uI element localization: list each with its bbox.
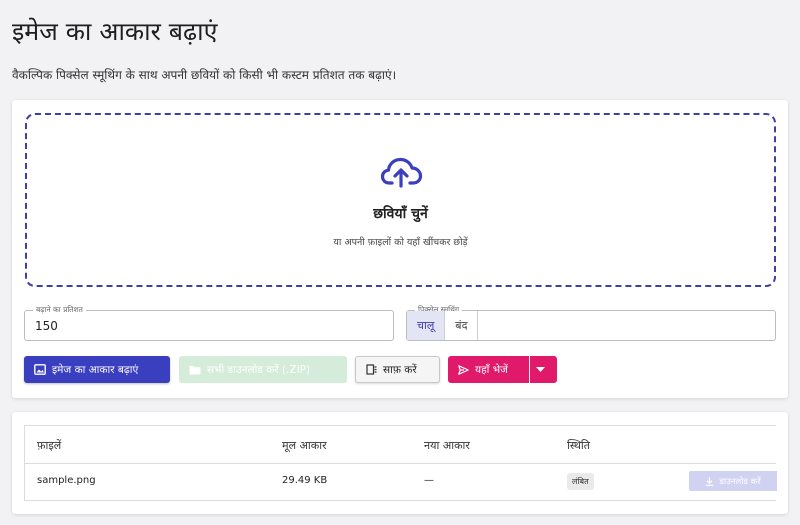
file-dropzone[interactable]: छवियाँ चुनें या अपनी फ़ाइलों को यहाँ खीं… [25, 113, 776, 287]
clear-button[interactable]: साफ़ करें [355, 356, 440, 383]
new-size-cell: — [424, 475, 434, 486]
file-name-cell: sample.png [37, 475, 96, 486]
dropzone-title: छवियाँ चुनें [373, 206, 428, 222]
send-button-label: यहाँ भेजें [475, 363, 508, 376]
status-badge: लंबित [567, 473, 594, 490]
cloud-upload-icon [381, 157, 423, 188]
folder-icon [189, 365, 201, 374]
send-button[interactable]: यहाँ भेजें [448, 356, 529, 383]
smoothing-on-option[interactable]: चालू [407, 311, 446, 340]
page-title: इमेज का आकार बढ़ाएं [12, 17, 218, 46]
send-menu-button[interactable] [530, 356, 557, 383]
files-card: फ़ाइलें मूल आकार नया आकार स्थिति sample.… [12, 412, 788, 514]
clear-button-label: साफ़ करें [383, 363, 417, 376]
table-divider [25, 463, 776, 464]
percent-label: बढ़ाने का प्रतिशत [33, 305, 86, 315]
smoothing-field: पिक्सेल स्मूथिंग चालू बंद [406, 305, 776, 341]
enlarge-button-label: इमेज का आकार बढ़ाएं [52, 363, 139, 376]
download-all-button[interactable]: सभी डाउनलोड करें (.ZIP) [179, 356, 347, 383]
files-table: फ़ाइलें मूल आकार नया आकार स्थिति sample.… [24, 425, 777, 501]
row-download-button[interactable]: डाउनलोड करें [689, 471, 777, 491]
original-size-cell: 29.49 KB [282, 475, 328, 486]
smoothing-off-option[interactable]: बंद [445, 311, 479, 340]
percent-field[interactable]: बढ़ाने का प्रतिशत 150 [24, 305, 394, 341]
download-all-label: सभी डाउनलोड करें (.ZIP) [207, 363, 311, 376]
smoothing-toggle[interactable]: चालू बंद [407, 311, 479, 340]
column-header-files: फ़ाइलें [37, 439, 62, 452]
download-icon [706, 477, 714, 486]
row-download-label: डाउनलोड करें [719, 476, 761, 487]
column-header-status: स्थिति [567, 439, 591, 452]
upload-card: छवियाँ चुनें या अपनी फ़ाइलों को यहाँ खीं… [12, 100, 788, 398]
page-subtitle: वैकल्पिक पिक्सेल स्मूथिंग के साथ अपनी छव… [12, 68, 397, 82]
send-icon [458, 364, 469, 375]
enlarge-button[interactable]: इमेज का आकार बढ़ाएं [24, 356, 170, 383]
caret-down-icon [536, 367, 545, 372]
column-header-original-size: मूल आकार [282, 439, 327, 452]
column-header-new-size: नया आकार [424, 439, 470, 452]
percent-input[interactable]: 150 [35, 319, 58, 333]
clear-icon [366, 364, 377, 375]
dropzone-hint: या अपनी फ़ाइलों को यहाँ खींचकर छोड़ें [333, 237, 468, 248]
image-icon [34, 364, 46, 375]
